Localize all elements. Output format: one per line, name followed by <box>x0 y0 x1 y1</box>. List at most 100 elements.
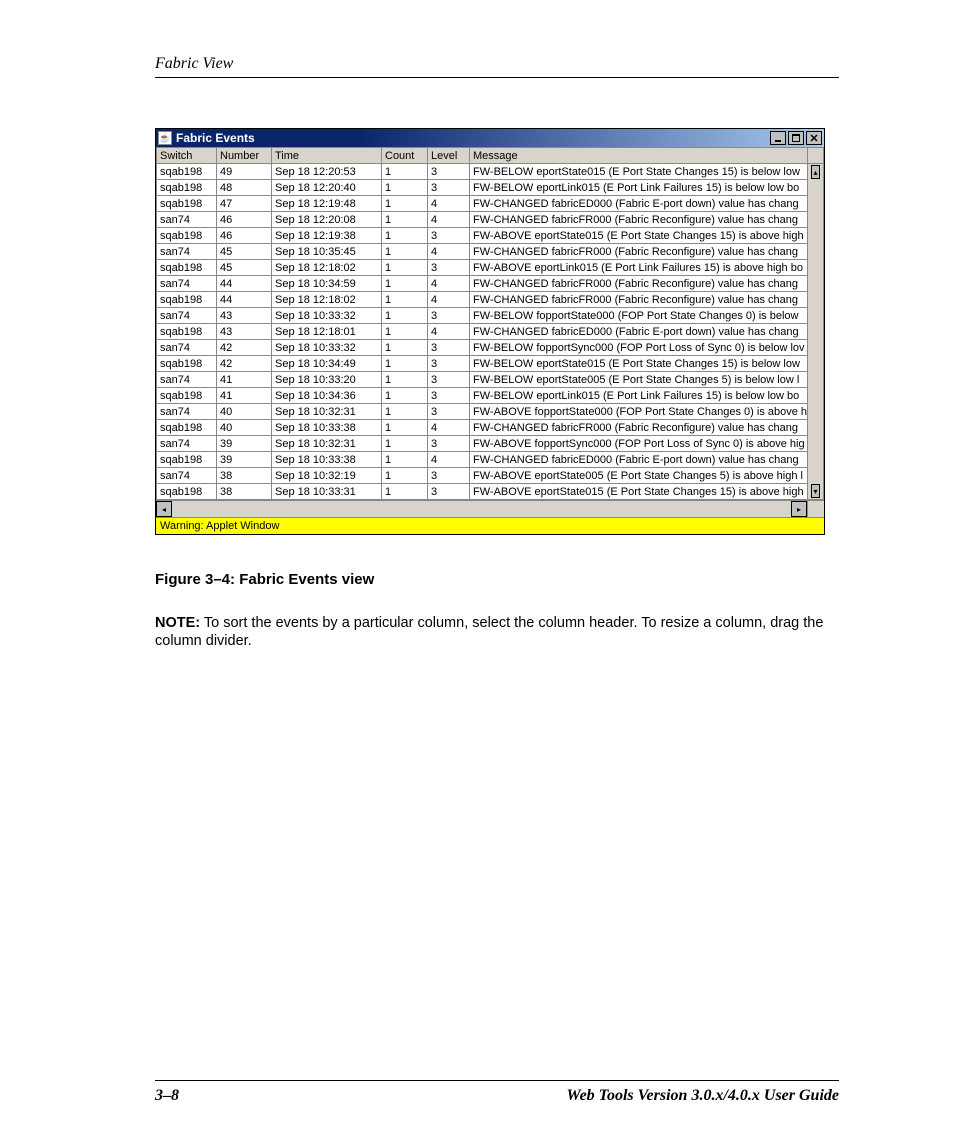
cell-number: 39 <box>217 436 272 452</box>
cell-time: Sep 18 12:18:01 <box>272 324 382 340</box>
minimize-button[interactable] <box>770 131 786 145</box>
cell-message: FW-CHANGED fabricED000 (Fabric E-port do… <box>470 452 808 468</box>
cell-number: 38 <box>217 484 272 500</box>
col-count[interactable]: Count <box>382 148 428 164</box>
cell-number: 41 <box>217 388 272 404</box>
cell-message: FW-CHANGED fabricFR000 (Fabric Reconfigu… <box>470 276 808 292</box>
scroll-right-icon[interactable]: ▸ <box>791 501 807 517</box>
table-row[interactable]: san7443Sep 18 10:33:3213FW-BELOW fopport… <box>157 308 824 324</box>
cell-message: FW-ABOVE eportState005 (E Port State Cha… <box>470 468 808 484</box>
cell-level: 3 <box>428 372 470 388</box>
cell-message: FW-ABOVE eportLink015 (E Port Link Failu… <box>470 260 808 276</box>
cell-time: Sep 18 10:32:31 <box>272 404 382 420</box>
cell-number: 42 <box>217 356 272 372</box>
table-row[interactable]: san7446Sep 18 12:20:0814FW-CHANGED fabri… <box>157 212 824 228</box>
table-row[interactable]: san7445Sep 18 10:35:4514FW-CHANGED fabri… <box>157 244 824 260</box>
col-level[interactable]: Level <box>428 148 470 164</box>
table-row[interactable]: sqab19845Sep 18 12:18:0213FW-ABOVE eport… <box>157 260 824 276</box>
cell-count: 1 <box>382 484 428 500</box>
cell-number: 43 <box>217 324 272 340</box>
table-row[interactable]: san7440Sep 18 10:32:3113FW-ABOVE fopport… <box>157 404 824 420</box>
hscroll-track[interactable] <box>172 501 791 517</box>
cell-time: Sep 18 12:19:48 <box>272 196 382 212</box>
cell-message: FW-BELOW eportLink015 (E Port Link Failu… <box>470 180 808 196</box>
window-titlebar[interactable]: ☕ Fabric Events <box>156 129 824 147</box>
scroll-up-icon[interactable]: ▴ <box>811 165 820 179</box>
cell-level: 4 <box>428 244 470 260</box>
running-head: Fabric View <box>155 55 839 73</box>
cell-switch: sqab198 <box>157 452 217 468</box>
cell-level: 3 <box>428 260 470 276</box>
table-row[interactable]: san7442Sep 18 10:33:3213FW-BELOW fopport… <box>157 340 824 356</box>
cell-switch: sqab198 <box>157 484 217 500</box>
cell-message: FW-CHANGED fabricED000 (Fabric E-port do… <box>470 196 808 212</box>
cell-count: 1 <box>382 324 428 340</box>
cell-time: Sep 18 10:33:38 <box>272 452 382 468</box>
cell-level: 3 <box>428 164 470 180</box>
cell-switch: sqab198 <box>157 228 217 244</box>
table-row[interactable]: sqab19848Sep 18 12:20:4013FW-BELOW eport… <box>157 180 824 196</box>
col-switch[interactable]: Switch <box>157 148 217 164</box>
note-text: To sort the events by a particular colum… <box>155 615 823 649</box>
table-row[interactable]: sqab19841Sep 18 10:34:3613FW-BELOW eport… <box>157 388 824 404</box>
cell-number: 40 <box>217 404 272 420</box>
cell-count: 1 <box>382 212 428 228</box>
table-row[interactable]: san7441Sep 18 10:33:2013FW-BELOW eportSt… <box>157 372 824 388</box>
cell-message: FW-ABOVE eportState015 (E Port State Cha… <box>470 228 808 244</box>
cell-time: Sep 18 10:34:49 <box>272 356 382 372</box>
maximize-button[interactable] <box>788 131 804 145</box>
cell-number: 38 <box>217 468 272 484</box>
table-row[interactable]: san7444Sep 18 10:34:5914FW-CHANGED fabri… <box>157 276 824 292</box>
cell-number: 44 <box>217 276 272 292</box>
cell-count: 1 <box>382 228 428 244</box>
cell-message: FW-CHANGED fabricFR000 (Fabric Reconfigu… <box>470 212 808 228</box>
table-row[interactable]: sqab19838Sep 18 10:33:3113FW-ABOVE eport… <box>157 484 824 500</box>
cell-count: 1 <box>382 468 428 484</box>
cell-time: Sep 18 10:33:38 <box>272 420 382 436</box>
cell-level: 3 <box>428 436 470 452</box>
cell-switch: sqab198 <box>157 180 217 196</box>
page-footer: 3–8 Web Tools Version 3.0.x/4.0.x User G… <box>155 1087 839 1105</box>
table-row[interactable]: sqab19840Sep 18 10:33:3814FW-CHANGED fab… <box>157 420 824 436</box>
cell-switch: san74 <box>157 340 217 356</box>
table-row[interactable]: sqab19844Sep 18 12:18:0214FW-CHANGED fab… <box>157 292 824 308</box>
cell-level: 4 <box>428 452 470 468</box>
cell-level: 3 <box>428 356 470 372</box>
cell-message: FW-CHANGED fabricFR000 (Fabric Reconfigu… <box>470 292 808 308</box>
col-scroll-corner <box>808 148 824 164</box>
cell-number: 48 <box>217 180 272 196</box>
cell-message: FW-BELOW eportState005 (E Port State Cha… <box>470 372 808 388</box>
cell-number: 46 <box>217 228 272 244</box>
cell-number: 45 <box>217 260 272 276</box>
table-row[interactable]: sqab19842Sep 18 10:34:4913FW-BELOW eport… <box>157 356 824 372</box>
table-row[interactable]: sqab19849Sep 18 12:20:5313FW-BELOW eport… <box>157 164 824 180</box>
cell-count: 1 <box>382 388 428 404</box>
cell-level: 3 <box>428 404 470 420</box>
table-row[interactable]: sqab19843Sep 18 12:18:0114FW-CHANGED fab… <box>157 324 824 340</box>
cell-time: Sep 18 10:33:20 <box>272 372 382 388</box>
cell-number: 41 <box>217 372 272 388</box>
cell-level: 3 <box>428 340 470 356</box>
vertical-scrollbar[interactable]: ▴▾ <box>808 164 824 500</box>
cell-count: 1 <box>382 260 428 276</box>
cell-switch: san74 <box>157 244 217 260</box>
cell-message: FW-BELOW eportState015 (E Port State Cha… <box>470 356 808 372</box>
horizontal-scrollbar[interactable]: ◂ ▸ <box>156 500 824 517</box>
cell-time: Sep 18 12:20:08 <box>272 212 382 228</box>
col-number[interactable]: Number <box>217 148 272 164</box>
page-number: 3–8 <box>155 1087 179 1105</box>
table-row[interactable]: sqab19839Sep 18 10:33:3814FW-CHANGED fab… <box>157 452 824 468</box>
table-row[interactable]: sqab19847Sep 18 12:19:4814FW-CHANGED fab… <box>157 196 824 212</box>
cell-count: 1 <box>382 196 428 212</box>
close-button[interactable] <box>806 131 822 145</box>
table-viewport: Switch Number Time Count Level Message s… <box>156 147 824 517</box>
cell-count: 1 <box>382 372 428 388</box>
scroll-down-icon[interactable]: ▾ <box>811 484 820 498</box>
table-row[interactable]: sqab19846Sep 18 12:19:3813FW-ABOVE eport… <box>157 228 824 244</box>
table-row[interactable]: san7438Sep 18 10:32:1913FW-ABOVE eportSt… <box>157 468 824 484</box>
cell-count: 1 <box>382 404 428 420</box>
scroll-left-icon[interactable]: ◂ <box>156 501 172 517</box>
col-time[interactable]: Time <box>272 148 382 164</box>
table-row[interactable]: san7439Sep 18 10:32:3113FW-ABOVE fopport… <box>157 436 824 452</box>
col-message[interactable]: Message <box>470 148 808 164</box>
